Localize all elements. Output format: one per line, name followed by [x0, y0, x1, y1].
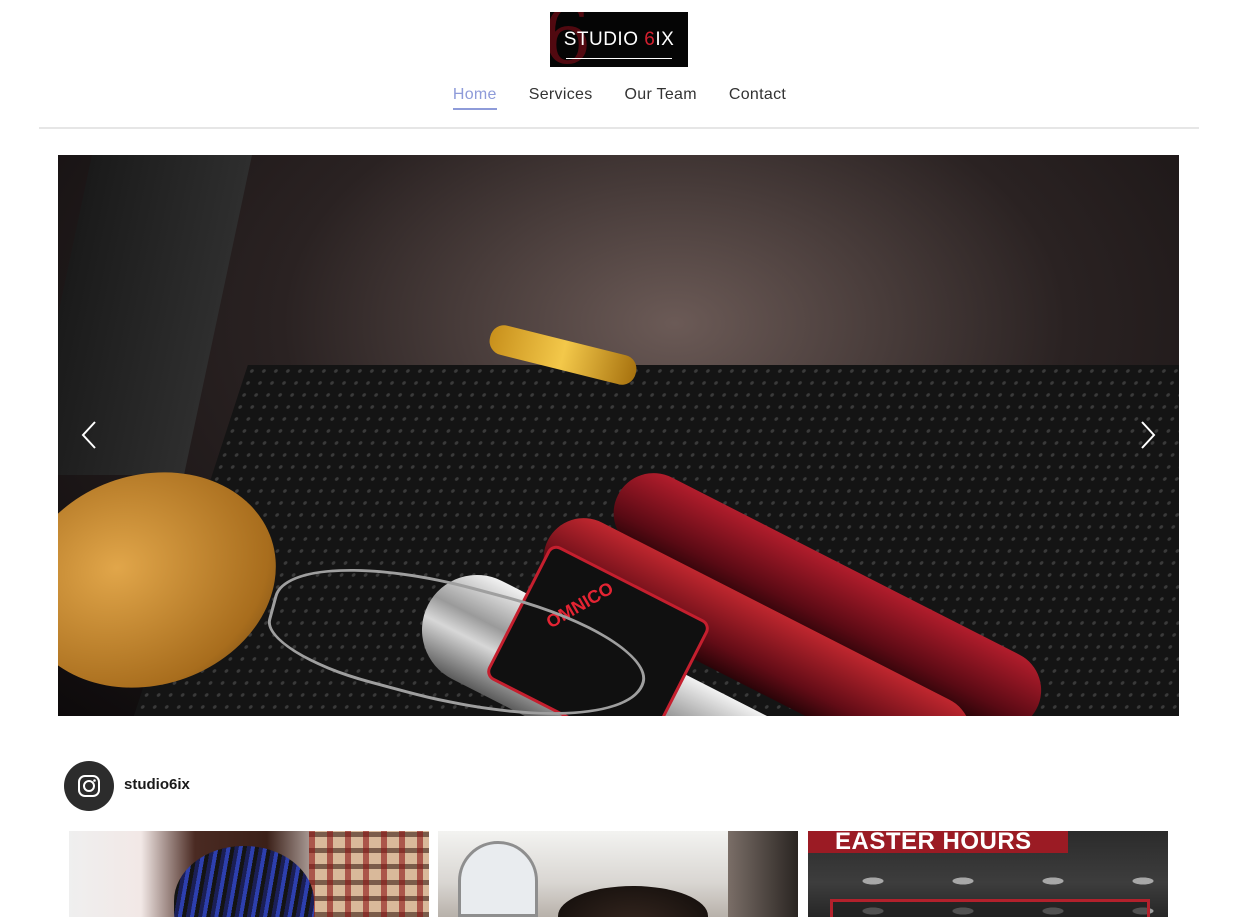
studio-6ix-logo[interactable]: 6 STUDIO 6IX — [550, 12, 688, 67]
slideshow-prev-button[interactable] — [78, 420, 100, 450]
slideshow-next-button[interactable] — [1137, 420, 1159, 450]
post-background-plaid — [309, 831, 429, 917]
chevron-left-icon — [81, 421, 96, 449]
main-nav: Home Services Our Team Contact — [0, 86, 1239, 110]
nav-home-link[interactable]: Home — [452, 86, 497, 110]
logo-text: STUDIO 6IX — [563, 29, 675, 50]
post-mirror — [458, 841, 538, 917]
instagram-post[interactable] — [69, 831, 429, 917]
post-hours-box — [830, 899, 1150, 917]
nav-our-team-link[interactable]: Our Team — [625, 86, 697, 110]
nav-services-link[interactable]: Services — [529, 86, 593, 110]
post-banner-text: EASTER HOURS — [808, 831, 1068, 853]
instagram-profile-link[interactable] — [64, 761, 114, 811]
hero-slideshow: OMNICO — [58, 155, 1179, 716]
instagram-post[interactable] — [438, 831, 798, 917]
post-haircut — [558, 886, 708, 917]
post-background — [728, 831, 798, 917]
instagram-icon — [78, 775, 100, 797]
header-divider — [39, 127, 1199, 129]
instagram-handle[interactable]: studio6ix — [124, 776, 190, 793]
chevron-right-icon — [1141, 421, 1156, 449]
post-braided-hair — [174, 846, 314, 917]
instagram-post[interactable]: EASTER HOURS — [808, 831, 1168, 917]
nav-contact-link[interactable]: Contact — [729, 86, 786, 110]
logo-underline — [566, 58, 672, 59]
